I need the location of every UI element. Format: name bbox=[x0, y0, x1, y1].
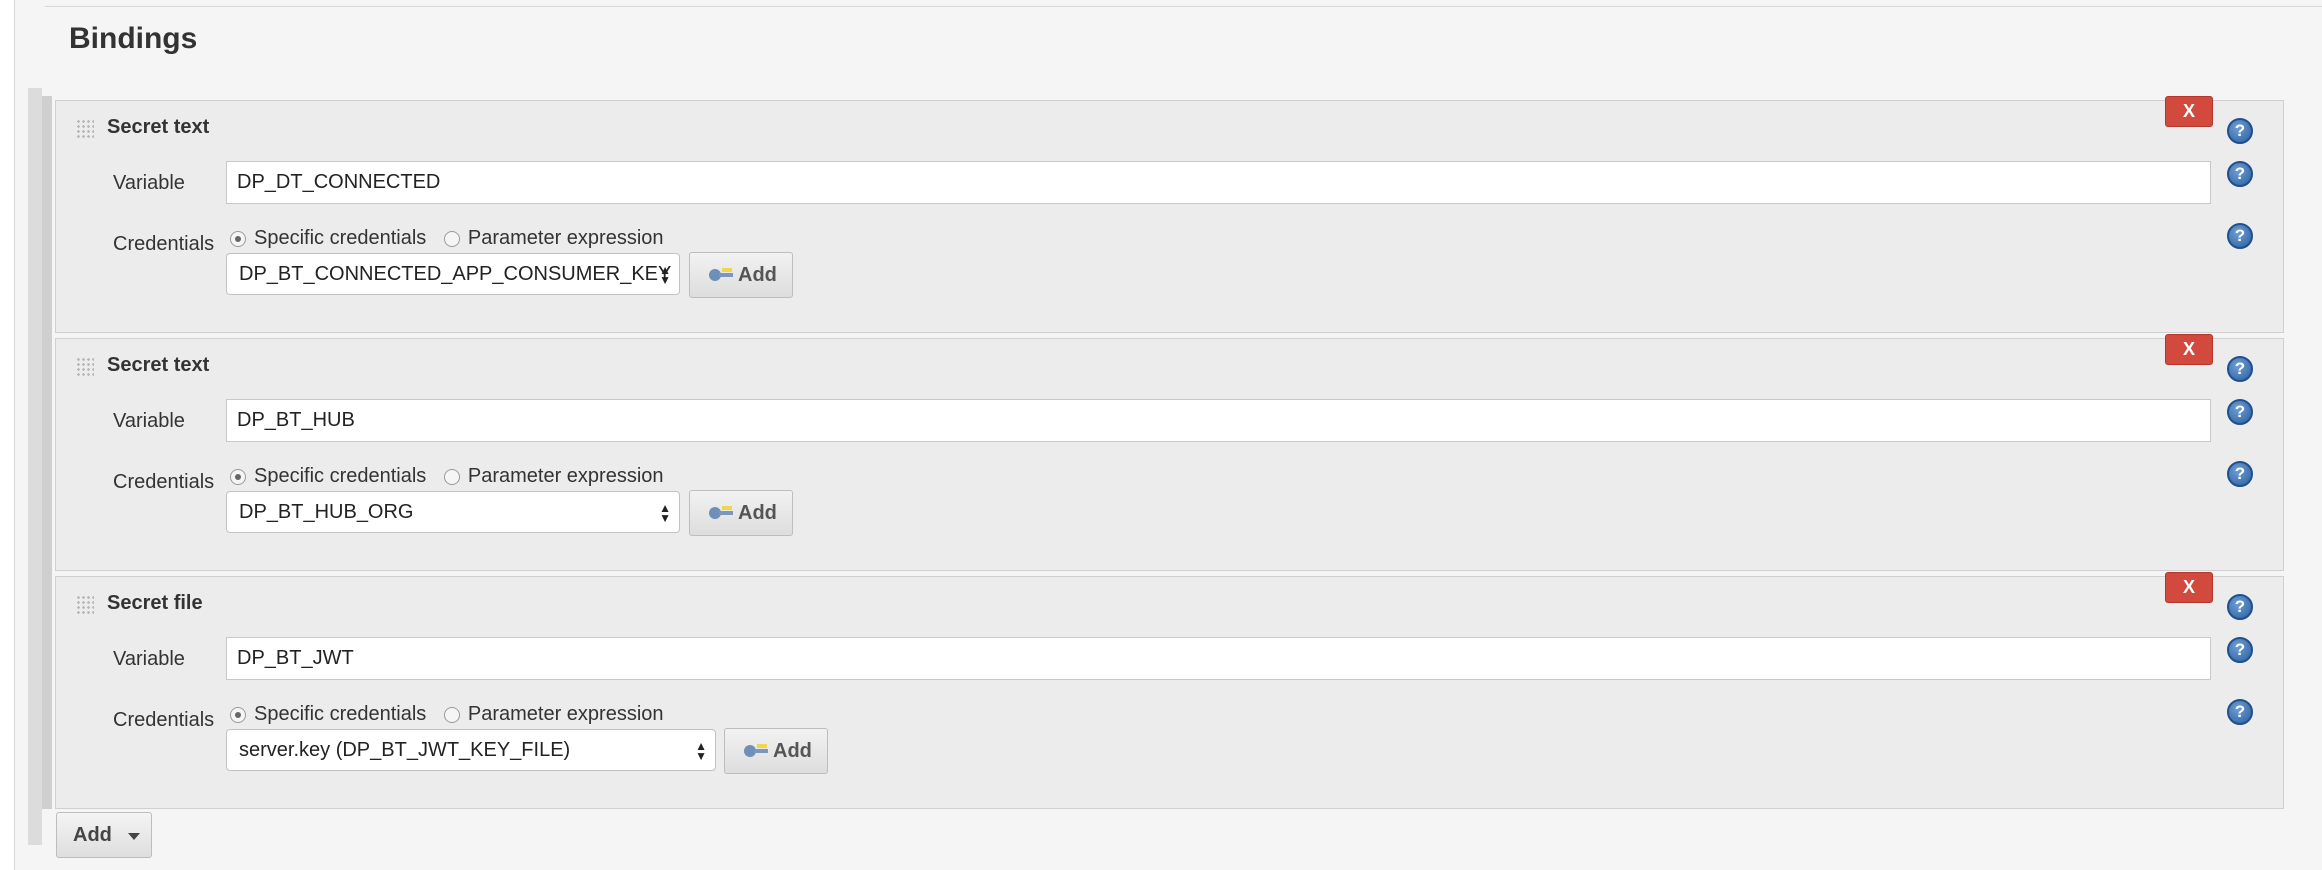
credentials-selected-value: DP_BT_HUB_ORG bbox=[239, 501, 414, 523]
variable-input[interactable]: DP_DT_CONNECTED bbox=[226, 161, 2211, 204]
delete-binding-button[interactable]: X bbox=[2165, 572, 2213, 603]
specific-credentials-label: Specific credentials bbox=[254, 465, 427, 487]
credentials-select[interactable]: server.key (DP_BT_JWT_KEY_FILE) ▲ ▼ bbox=[226, 729, 716, 771]
add-binding-dropdown-button[interactable]: Add bbox=[56, 812, 152, 858]
add-credentials-label: Add bbox=[773, 740, 812, 762]
specific-credentials-label: Specific credentials bbox=[254, 227, 427, 249]
variable-label: Variable bbox=[113, 410, 185, 432]
parameter-expression-radio[interactable] bbox=[443, 469, 460, 485]
parameter-expression-label: Parameter expression bbox=[467, 227, 664, 249]
parameter-expression-radio[interactable] bbox=[443, 707, 460, 723]
help-icon[interactable]: ? bbox=[2227, 118, 2253, 144]
repeatable-container-bar bbox=[28, 88, 42, 845]
parameter-expression-label: Parameter expression bbox=[467, 703, 664, 725]
credentials-label: Credentials bbox=[113, 233, 215, 255]
add-binding-label: Add bbox=[73, 824, 112, 846]
add-credentials-label: Add bbox=[738, 502, 777, 524]
help-icon[interactable]: ? bbox=[2227, 637, 2253, 663]
help-icon[interactable]: ? bbox=[2227, 223, 2253, 249]
specific-credentials-label: Specific credentials bbox=[254, 703, 427, 725]
credentials-label: Credentials bbox=[113, 709, 215, 731]
credentials-mode-radio-group: Specific credentials Parameter expressio… bbox=[230, 465, 676, 488]
drag-handle-icon[interactable] bbox=[76, 357, 94, 377]
credentials-mode-radio-group: Specific credentials Parameter expressio… bbox=[230, 227, 676, 250]
help-icon[interactable]: ? bbox=[2227, 399, 2253, 425]
specific-credentials-radio[interactable] bbox=[230, 469, 246, 485]
variable-label: Variable bbox=[113, 648, 185, 670]
key-icon bbox=[709, 268, 733, 281]
binding-type-label: Secret file bbox=[107, 592, 203, 614]
drag-handle-icon[interactable] bbox=[76, 595, 94, 615]
credentials-select[interactable]: DP_BT_CONNECTED_APP_CONSUMER_KEY ▲ ▼ bbox=[226, 253, 680, 295]
repeatable-inner-bar bbox=[42, 96, 52, 809]
delete-binding-button[interactable]: X bbox=[2165, 334, 2213, 365]
select-arrows-icon: ▲ ▼ bbox=[659, 263, 671, 287]
binding-secret-text-1: Secret text X ? Variable DP_DT_CONNECTED… bbox=[55, 96, 2284, 333]
add-credentials-button[interactable]: Add bbox=[689, 490, 793, 536]
specific-credentials-radio[interactable] bbox=[230, 707, 246, 723]
binding-secret-text-2: Secret text X ? Variable DP_BT_HUB ? Cre… bbox=[55, 334, 2284, 571]
help-icon[interactable]: ? bbox=[2227, 594, 2253, 620]
binding-secret-file-3: Secret file X ? Variable DP_BT_JWT ? Cre… bbox=[55, 572, 2284, 809]
add-credentials-button[interactable]: Add bbox=[724, 728, 828, 774]
binding-type-label: Secret text bbox=[107, 116, 210, 138]
parameter-expression-radio[interactable] bbox=[443, 231, 460, 247]
credentials-selected-value: DP_BT_CONNECTED_APP_CONSUMER_KEY bbox=[239, 263, 672, 285]
section-title: Bindings bbox=[69, 22, 198, 55]
key-icon bbox=[709, 506, 733, 519]
parameter-expression-label: Parameter expression bbox=[467, 465, 664, 487]
variable-input[interactable]: DP_BT_HUB bbox=[226, 399, 2211, 442]
variable-input[interactable]: DP_BT_JWT bbox=[226, 637, 2211, 680]
select-arrows-icon: ▲ ▼ bbox=[659, 501, 671, 525]
add-credentials-label: Add bbox=[738, 264, 777, 286]
binding-type-label: Secret text bbox=[107, 354, 210, 376]
add-credentials-button[interactable]: Add bbox=[689, 252, 793, 298]
help-icon[interactable]: ? bbox=[2227, 161, 2253, 187]
chevron-down-icon bbox=[128, 833, 140, 840]
key-icon bbox=[744, 744, 768, 757]
credentials-label: Credentials bbox=[113, 471, 215, 493]
credentials-mode-radio-group: Specific credentials Parameter expressio… bbox=[230, 703, 676, 726]
specific-credentials-radio[interactable] bbox=[230, 231, 246, 247]
help-icon[interactable]: ? bbox=[2227, 461, 2253, 487]
credentials-selected-value: server.key (DP_BT_JWT_KEY_FILE) bbox=[239, 739, 571, 761]
delete-binding-button[interactable]: X bbox=[2165, 96, 2213, 127]
help-icon[interactable]: ? bbox=[2227, 699, 2253, 725]
select-arrows-icon: ▲ ▼ bbox=[695, 739, 707, 763]
drag-handle-icon[interactable] bbox=[76, 119, 94, 139]
credentials-select[interactable]: DP_BT_HUB_ORG ▲ ▼ bbox=[226, 491, 680, 533]
divider bbox=[45, 6, 2322, 7]
variable-label: Variable bbox=[113, 172, 185, 194]
help-icon[interactable]: ? bbox=[2227, 356, 2253, 382]
